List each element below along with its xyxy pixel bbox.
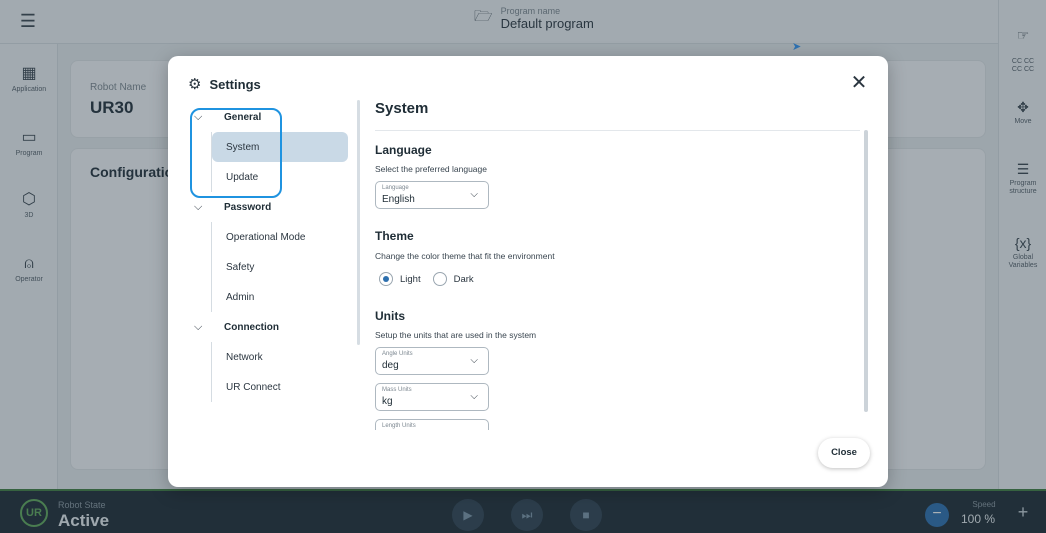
settings-header: ⚙ Settings	[188, 75, 261, 93]
panel-title: System	[375, 100, 429, 117]
nav-item-operational-mode[interactable]: Operational Mode	[211, 222, 348, 252]
nav-item-operational-mode-label: Operational Mode	[226, 231, 306, 243]
close-button[interactable]: Close	[818, 438, 870, 468]
nav-group-connection-label: Connection	[224, 321, 279, 333]
chevron-down-icon: ⌵	[470, 355, 478, 366]
theme-light-radio[interactable]	[379, 272, 393, 286]
units-description: Setup the units that are used in the sys…	[375, 330, 537, 340]
mass-units-select[interactable]: Mass Units kg ⌵	[375, 383, 489, 411]
nav-item-ur-connect[interactable]: UR Connect	[211, 372, 348, 402]
angle-units-value: deg	[382, 360, 399, 371]
mass-units-label: Mass Units	[382, 387, 412, 393]
nav-group-password-label: Password	[224, 201, 272, 213]
title-divider	[375, 130, 860, 131]
tree-line	[211, 282, 212, 312]
focus-highlight-outline	[190, 108, 282, 198]
tree-line	[211, 252, 212, 282]
nav-group-connection[interactable]: ⌵ Connection	[188, 312, 348, 342]
nav-item-safety-label: Safety	[226, 261, 255, 273]
mouse-cursor-icon: ➤	[792, 41, 802, 53]
content-scrollbar[interactable]	[864, 130, 868, 412]
theme-light-label[interactable]: Light	[400, 274, 421, 285]
mass-units-value: kg	[382, 396, 393, 407]
nav-item-network[interactable]: Network	[211, 342, 348, 372]
theme-title: Theme	[375, 229, 414, 243]
chevron-down-icon: ⌵	[470, 391, 478, 402]
theme-dark-radio[interactable]	[432, 272, 447, 286]
chevron-down-icon: ⌵	[470, 189, 478, 200]
chevron-down-icon: ⌵	[194, 200, 203, 213]
nav-divider[interactable]	[357, 100, 360, 345]
nav-item-admin-label: Admin	[226, 291, 255, 303]
close-icon[interactable]: ✕	[848, 72, 870, 94]
tree-line	[211, 342, 212, 372]
language-select-label: Language	[382, 185, 409, 191]
settings-dialog: ⚙ Settings ✕ ⌵ General System Update ⌵ P…	[168, 56, 888, 487]
length-units-label: Length Units	[382, 423, 416, 429]
system-settings-panel: System Language Select the preferred lan…	[375, 100, 865, 430]
nav-item-admin[interactable]: Admin	[211, 282, 348, 312]
nav-item-network-label: Network	[226, 351, 263, 363]
angle-units-label: Angle Units	[382, 351, 413, 357]
chevron-down-icon: ⌵	[194, 320, 203, 333]
length-units-select[interactable]: Length Units	[375, 419, 489, 430]
language-title: Language	[375, 143, 432, 157]
angle-units-select[interactable]: Angle Units deg ⌵	[375, 347, 489, 375]
language-select[interactable]: Language English ⌵	[375, 181, 489, 209]
units-title: Units	[375, 309, 405, 323]
nav-item-safety[interactable]: Safety	[211, 252, 348, 282]
theme-radio-group: Light Dark	[379, 272, 486, 286]
tree-line	[211, 372, 212, 402]
gear-icon: ⚙	[188, 76, 202, 93]
language-select-value: English	[382, 194, 415, 205]
nav-item-ur-connect-label: UR Connect	[226, 381, 281, 393]
language-description: Select the preferred language	[375, 164, 487, 174]
theme-dark-label[interactable]: Dark	[454, 274, 474, 285]
tree-line	[211, 222, 212, 252]
settings-title: Settings	[209, 76, 261, 92]
theme-description: Change the color theme that fit the envi…	[375, 251, 555, 261]
